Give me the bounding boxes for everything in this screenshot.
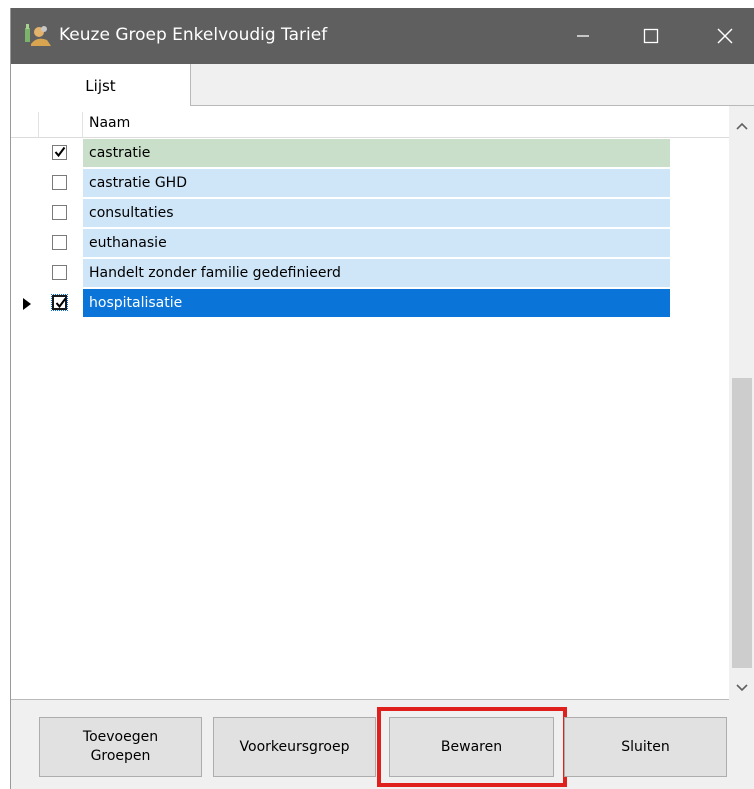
window-title: Keuze Groep Enkelvoudig Tarief: [59, 25, 328, 45]
checkmark-icon: [55, 297, 67, 309]
bewaren-button[interactable]: Bewaren: [389, 717, 554, 777]
toevoegen-label-line1: Toevoegen: [82, 729, 159, 745]
table-row[interactable]: Handelt zonder familie gedefinieerd: [11, 259, 729, 288]
row-selector[interactable]: [11, 229, 39, 258]
checkmark-icon: [54, 146, 66, 158]
title-bar[interactable]: Keuze Groep Enkelvoudig Tarief: [11, 8, 754, 64]
close-button[interactable]: [701, 8, 749, 64]
row-name[interactable]: consultaties: [83, 199, 670, 228]
sluiten-button[interactable]: Sluiten: [564, 717, 727, 777]
table-row[interactable]: castratie GHD: [11, 169, 729, 198]
minimize-icon: [577, 35, 589, 37]
row-checkbox[interactable]: [52, 145, 67, 160]
column-header-naam[interactable]: Naam: [89, 115, 130, 131]
table-row[interactable]: euthanasie: [11, 229, 729, 258]
row-name[interactable]: Handelt zonder familie gedefinieerd: [83, 259, 670, 288]
dialog-window: Keuze Groep Enkelvoudig Tarief Lijst Naa…: [10, 8, 754, 789]
row-selector[interactable]: [11, 169, 39, 198]
toevoegen-groepen-button[interactable]: Toevoegen Groepen: [39, 717, 202, 777]
maximize-icon: [643, 28, 659, 44]
toevoegen-label-line2: Groepen: [90, 748, 151, 764]
row-selector[interactable]: [11, 199, 39, 228]
scroll-down-button[interactable]: [729, 676, 754, 700]
row-checkbox[interactable]: [51, 294, 68, 311]
row-selector[interactable]: [11, 289, 39, 318]
row-check-cell[interactable]: [39, 199, 83, 228]
row-checkbox[interactable]: [52, 205, 67, 220]
row-selector[interactable]: [11, 139, 39, 168]
row-name[interactable]: castratie GHD: [83, 169, 670, 198]
row-check-cell[interactable]: [39, 229, 83, 258]
row-name[interactable]: euthanasie: [83, 229, 670, 258]
row-check-cell[interactable]: [39, 139, 83, 168]
app-icon: [25, 24, 51, 46]
row-name[interactable]: hospitalisatie: [83, 289, 670, 318]
voorkeursgroep-button[interactable]: Voorkeursgroep: [213, 717, 376, 777]
scroll-up-button[interactable]: [729, 114, 754, 138]
table-row-selected[interactable]: hospitalisatie: [11, 289, 729, 318]
vertical-scrollbar[interactable]: [729, 106, 754, 700]
header-check-cell: [39, 112, 83, 138]
row-check-cell[interactable]: [39, 259, 83, 288]
row-checkbox[interactable]: [52, 175, 67, 190]
chevron-down-icon: [736, 684, 748, 692]
maximize-button[interactable]: [627, 8, 675, 64]
scroll-thumb[interactable]: [732, 378, 752, 668]
tab-strip: Lijst: [11, 64, 754, 107]
grid-header: Naam: [11, 112, 729, 138]
row-selector[interactable]: [11, 259, 39, 288]
table-row[interactable]: consultaties: [11, 199, 729, 228]
row-name[interactable]: castratie: [83, 139, 670, 168]
tab-lijst[interactable]: Lijst: [11, 64, 191, 107]
group-grid[interactable]: Naam castratie castratie GHD consultatie…: [11, 106, 754, 700]
close-icon: [717, 28, 733, 44]
chevron-up-icon: [736, 122, 748, 130]
button-bar: Toevoegen Groepen Voorkeursgroep Bewaren…: [11, 701, 754, 789]
tab-label: Lijst: [85, 76, 116, 95]
minimize-button[interactable]: [559, 8, 607, 64]
row-check-cell[interactable]: [39, 169, 83, 198]
table-row[interactable]: castratie: [11, 139, 729, 168]
header-selector-cell: [11, 112, 39, 138]
row-pointer-icon: [23, 298, 31, 310]
row-checkbox[interactable]: [52, 235, 67, 250]
toevoegen-groepen-label: Toevoegen Groepen: [83, 728, 158, 766]
row-check-cell[interactable]: [39, 289, 83, 318]
row-checkbox[interactable]: [52, 265, 67, 280]
